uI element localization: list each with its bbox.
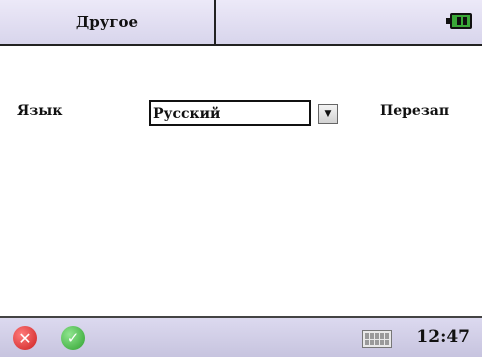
page-title: Другое [0,0,216,44]
clock: 12:47 [416,327,470,347]
language-select[interactable]: Русский [149,100,311,126]
bottom-bar: ✕ ✓ 12:47 [0,316,482,357]
battery-icon [446,13,472,29]
keyboard-icon[interactable] [362,330,392,348]
restart-label[interactable]: Перезап [380,103,449,119]
language-label: Язык [17,103,63,119]
close-icon[interactable]: ✕ [13,326,37,350]
check-icon[interactable]: ✓ [61,326,85,350]
chevron-down-icon[interactable]: ▼ [318,104,338,124]
top-bar: Другое [0,0,482,46]
